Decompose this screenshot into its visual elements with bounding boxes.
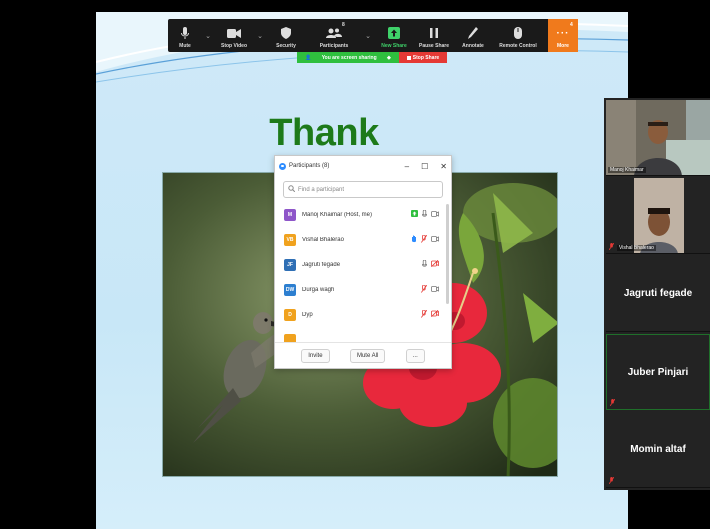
microphone-icon [422,209,427,220]
maximize-icon[interactable]: ☐ [421,162,428,171]
more-options-button[interactable]: ... [405,348,425,363]
video-options-chevron-icon[interactable]: ⌄ [254,19,266,52]
search-icon [288,185,296,194]
microphone-muted-icon [420,309,428,320]
tile-name: Juber Pinjari [627,366,689,378]
mute-button[interactable]: Mute [168,19,202,52]
participant-row[interactable] [275,327,445,342]
pause-share-button[interactable]: Pause Share [414,19,454,52]
security-button[interactable]: Security [266,19,306,52]
video-tile[interactable]: Jagruti fegade [606,256,710,332]
avatar: DW [284,283,296,296]
more-dots-icon: ··· [556,27,570,39]
microphone-icon [181,25,189,41]
mute-all-button[interactable]: Mute All [349,348,386,363]
remote-control-button[interactable]: Remote Control [492,19,544,52]
video-camera-icon [431,235,439,244]
zoom-logo-icon [279,162,286,170]
microphone-muted-icon [609,477,614,484]
video-camera-icon [431,285,439,294]
participants-footer: Invite Mute All ... [275,342,451,368]
participant-row[interactable]: JF Jagruti fegade [275,252,445,277]
more-badge: 4 [570,22,573,28]
video-camera-icon [431,210,439,219]
microphone-muted-icon [420,234,428,245]
video-tile[interactable]: Manoj Khaimar [606,100,710,176]
shield-icon [281,25,291,41]
participant-video [606,100,710,175]
annotate-button[interactable]: Annotate [454,19,492,52]
more-button[interactable]: ··· 4 More [548,19,578,52]
participant-icon: 👤 [305,54,312,61]
screen-sharing-bar: 👤 You are screen sharing ◆ Stop Share [297,52,447,63]
participant-row[interactable]: D Dyp [275,302,445,327]
stop-video-button[interactable]: Stop Video [214,19,254,52]
video-tile[interactable]: Vishal Bhalerao [606,178,710,254]
participants-titlebar: Participants (8) – ☐ ✕ [275,156,451,176]
search-input[interactable]: Find a participant [298,187,344,193]
microphone-icon [422,259,427,270]
video-camera-icon [227,25,241,41]
avatar [284,333,296,342]
video-off-icon [431,259,439,269]
participant-row[interactable]: M Manoj Khaimar (Host, me) [275,202,445,227]
video-gallery: Manoj Khaimar Vishal Bhalerao Jagruti fe… [604,98,710,490]
shield-icon: ◆ [386,54,391,61]
participants-options-chevron-icon[interactable]: ⌄ [362,19,374,52]
microphone-muted-icon [609,243,614,250]
participants-list: M Manoj Khaimar (Host, me) VB Vishal Bha… [275,202,445,342]
minimize-icon[interactable]: – [405,162,409,171]
raised-hand-icon [411,235,417,245]
participants-count-badge: 8 [342,22,345,28]
avatar: M [284,208,296,221]
tile-name: Momin altaf [630,444,686,455]
avatar: VB [284,233,296,246]
close-icon[interactable]: ✕ [440,162,447,171]
sharing-status: 👤 You are screen sharing ◆ [297,52,399,63]
share-screen-icon [388,25,400,41]
share-screen-icon [411,210,418,219]
microphone-muted-icon [420,284,428,295]
participant-video [606,178,710,253]
participants-icon [326,25,342,41]
participants-scrollbar[interactable] [446,204,449,304]
pencil-icon [468,25,478,41]
avatar: JF [284,258,296,271]
tile-name: Jagruti fegade [623,288,693,299]
participant-search[interactable]: Find a participant [283,181,443,198]
avatar: D [284,308,296,321]
participants-panel: Participants (8) – ☐ ✕ Find a participan… [274,155,452,369]
invite-button[interactable]: Invite [301,348,330,363]
video-tile[interactable]: Momin altaf [606,412,710,488]
video-tile[interactable]: Juber Pinjari [606,334,710,410]
microphone-muted-icon [610,399,615,406]
tile-name: Manoj Khaimar [608,167,646,173]
tile-name: Vishal Bhalerao [617,245,656,251]
meeting-toolbar: Mute ⌄ Stop Video ⌄ Security 8 Participa… [168,19,578,52]
mute-options-chevron-icon[interactable]: ⌄ [202,19,214,52]
new-share-button[interactable]: New Share [374,19,414,52]
participant-row[interactable]: VB Vishal Bhalerao [275,227,445,252]
participants-button[interactable]: 8 Participants [306,19,362,52]
video-off-icon [431,309,439,319]
participant-row[interactable]: DW Durga wagh [275,277,445,302]
stop-share-button[interactable]: Stop Share [399,52,447,63]
mouse-icon [514,25,522,41]
participants-title: Participants (8) [289,163,330,169]
pause-icon [430,25,438,41]
stop-square-icon [406,55,411,60]
